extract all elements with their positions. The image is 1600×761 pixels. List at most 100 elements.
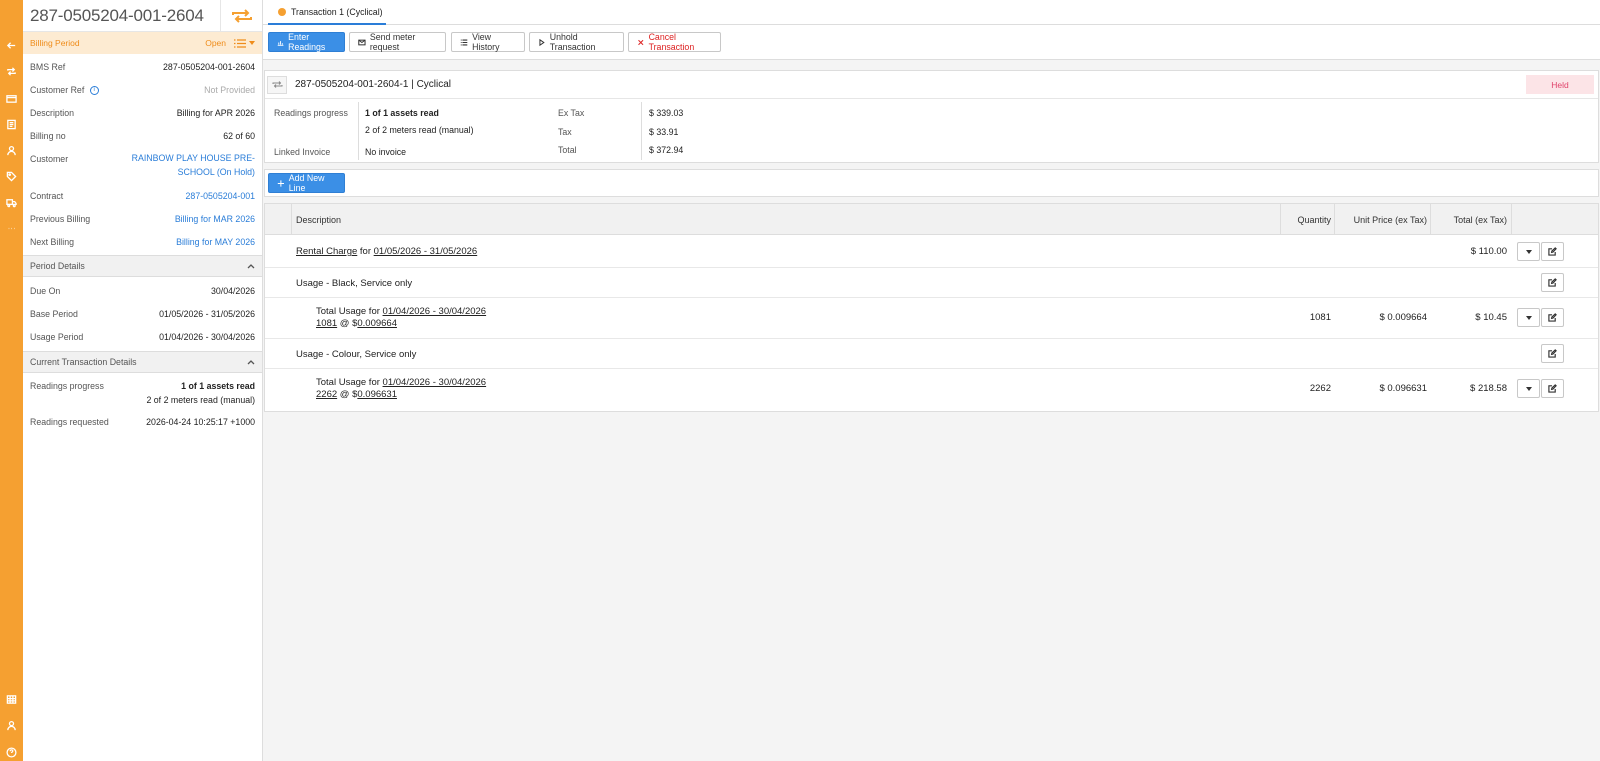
send-meter-request-button[interactable]: Send meter request: [349, 32, 446, 52]
detail-row: Previous Billing Billing for MAR 2026: [23, 214, 262, 237]
plus-icon: [277, 179, 284, 187]
detail-key: Usage Period: [30, 332, 84, 342]
row-total: $ 110.00: [1470, 246, 1507, 257]
quantity-link[interactable]: 2262: [316, 389, 337, 400]
total-value: $ 372.94: [649, 145, 684, 155]
edit-icon: [1548, 278, 1557, 287]
linked-invoice-value: No invoice: [365, 147, 407, 157]
row-unit-price: $ 0.009664: [1379, 312, 1427, 323]
ex-tax-value: $ 339.03: [649, 108, 684, 118]
row-dropdown-button[interactable]: [1517, 379, 1540, 398]
user-icon[interactable]: [0, 140, 23, 160]
info-icon[interactable]: i: [89, 86, 99, 96]
divider: [358, 102, 359, 160]
header-divider: [1280, 204, 1281, 235]
billing-period-label: Billing Period: [30, 38, 80, 48]
header-divider: [1334, 204, 1335, 235]
usage-period-link[interactable]: 01/04/2026 - 30/04/2026: [383, 306, 487, 317]
document-icon[interactable]: [0, 114, 23, 134]
repeat-icon[interactable]: [0, 61, 23, 81]
section-title: Current Transaction Details: [30, 357, 137, 367]
list-menu-icon[interactable]: [234, 38, 255, 48]
table-row: Total Usage for 01/04/2026 - 30/04/2026 …: [265, 369, 1598, 411]
cancel-transaction-button[interactable]: Cancel Transaction: [628, 32, 721, 52]
customer-ref: Not Provided: [204, 85, 255, 95]
more-icon[interactable]: [0, 218, 23, 238]
ex-tax-label: Ex Tax: [558, 108, 585, 118]
description-value: Billing for APR 2026: [176, 108, 255, 118]
detail-key: Previous Billing: [30, 214, 91, 224]
chevron-down-icon: [1525, 386, 1532, 391]
detail-key: Next Billing: [30, 237, 75, 247]
detail-row: Due On 30/04/2026: [23, 286, 262, 309]
edit-icon: [1548, 313, 1557, 322]
chevron-up-icon: [247, 261, 255, 271]
tax-value: $ 33.91: [649, 127, 679, 137]
add-new-line-button[interactable]: Add New Line: [268, 173, 345, 193]
tag-icon[interactable]: [0, 166, 23, 186]
next-billing-link[interactable]: Billing for MAY 2026: [176, 237, 255, 247]
row-description: Total Usage for 01/04/2026 - 30/04/2026 …: [316, 306, 487, 329]
rate-link[interactable]: 0.096631: [357, 389, 397, 400]
unhold-transaction-button[interactable]: Unhold Transaction: [529, 32, 624, 52]
row-edit-button[interactable]: [1541, 379, 1564, 398]
transaction-tabs: Transaction 1 (Cyclical): [263, 0, 1600, 25]
detail-key: Readings progress: [30, 381, 104, 391]
row-quantity: 1081: [1309, 312, 1331, 323]
transaction-card: 287-0505204-001-2604-1 | Cyclical Held R…: [264, 70, 1599, 163]
quantity-link[interactable]: 1081: [316, 318, 337, 329]
rental-period-link[interactable]: 01/05/2026 - 31/05/2026: [374, 246, 478, 257]
previous-billing-link[interactable]: Billing for MAR 2026: [175, 214, 255, 224]
group-edit-button[interactable]: [1541, 344, 1564, 363]
detail-row: Base Period 01/05/2026 - 31/05/2026: [23, 309, 262, 332]
row-dropdown-button[interactable]: [1517, 242, 1540, 261]
billing-details-panel: 287-0505204-001-2604 Billing Period Open…: [23, 0, 263, 761]
help-icon[interactable]: [0, 742, 23, 761]
current-transaction-header[interactable]: Current Transaction Details: [23, 351, 262, 373]
readings-progress-label: Readings progress: [274, 108, 348, 118]
tax-label: Tax: [558, 127, 572, 137]
view-history-button[interactable]: View History: [451, 32, 525, 52]
detail-row: BMS Ref 287-0505204-001-2604: [23, 62, 262, 85]
row-total: $ 10.45: [1475, 312, 1507, 323]
customer-link[interactable]: RAINBOW PLAY HOUSE PRE-SCHOOL (On Hold): [95, 151, 255, 179]
profile-icon[interactable]: [0, 715, 23, 735]
detail-row: Usage Period 01/04/2026 - 30/04/2026: [23, 332, 262, 351]
tab-label: Transaction 1 (Cyclical): [291, 6, 383, 17]
card-icon[interactable]: [0, 88, 23, 108]
contract-link[interactable]: 287-0505204-001: [186, 191, 255, 201]
detail-row: Customer RAINBOW PLAY HOUSE PRE-SCHOOL (…: [23, 151, 262, 191]
table-header: Description Quantity Unit Price (ex Tax)…: [265, 204, 1598, 235]
detail-key: Due On: [30, 286, 61, 296]
main-content: Transaction 1 (Cyclical) Enter Readings …: [263, 0, 1600, 761]
rate-link[interactable]: 0.009664: [357, 318, 397, 329]
edit-icon: [1548, 349, 1557, 358]
group-description: Usage - Black, Service only: [296, 278, 413, 289]
row-dropdown-button[interactable]: [1517, 308, 1540, 327]
status-dot-icon: [278, 7, 286, 16]
rental-charge-link[interactable]: Rental Charge: [296, 246, 357, 257]
detail-key: Base Period: [30, 309, 78, 319]
header-divider: [1430, 204, 1431, 235]
period-details-header[interactable]: Period Details: [23, 255, 262, 277]
readings-requested: 2026-04-24 10:25:17 +1000: [146, 417, 255, 427]
billing-status: Open: [205, 38, 226, 48]
col-description: Description: [296, 214, 342, 225]
row-quantity: 2262: [1309, 383, 1331, 394]
tab-transaction-1[interactable]: Transaction 1 (Cyclical): [268, 0, 386, 25]
back-arrow-icon[interactable]: [0, 35, 23, 55]
due-on: 30/04/2026: [210, 286, 255, 296]
group-edit-button[interactable]: [1541, 273, 1564, 292]
detail-key: BMS Ref: [30, 62, 66, 72]
detail-key: Customer Ref i: [30, 85, 99, 96]
row-edit-button[interactable]: [1541, 242, 1564, 261]
cyclical-toggle[interactable]: [220, 0, 262, 32]
grid-icon[interactable]: [0, 689, 23, 709]
enter-readings-button[interactable]: Enter Readings: [268, 32, 345, 52]
row-edit-button[interactable]: [1541, 308, 1564, 327]
usage-period-link[interactable]: 01/04/2026 - 30/04/2026: [383, 377, 487, 388]
chart-icon: [277, 40, 284, 46]
truck-icon[interactable]: [0, 192, 23, 212]
edit-icon: [1548, 384, 1557, 393]
usage-period: 01/04/2026 - 30/04/2026: [159, 332, 255, 342]
